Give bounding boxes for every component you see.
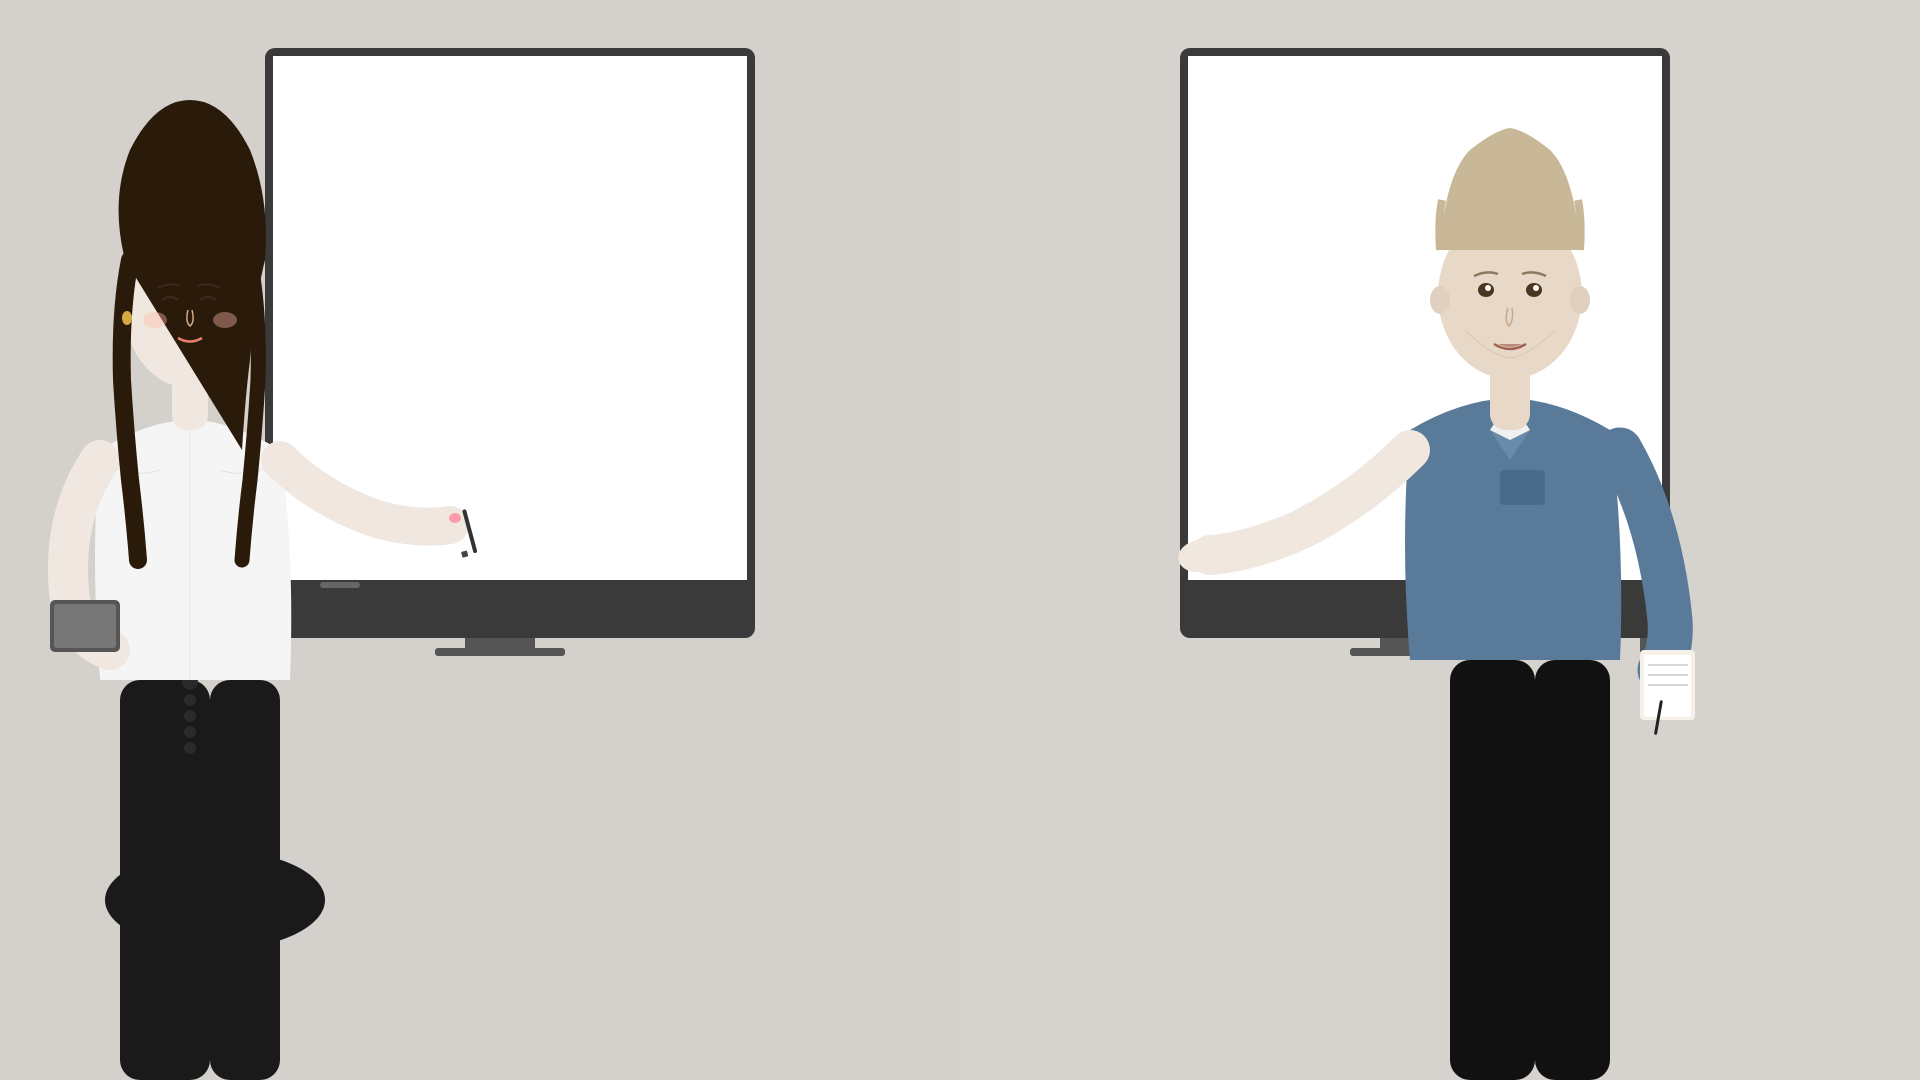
right-monitor-port (1359, 593, 1389, 599)
right-usb-item[interactable]: ⬛ USB (1188, 341, 1373, 363)
right-monitor-port2 (1461, 593, 1491, 599)
right-class-green-icon (1395, 209, 1447, 261)
right-roger-personal-label: Roger's Drive (1459, 311, 1567, 332)
right-roger-cloud-label: Mr. Roger's Drive (1459, 138, 1597, 159)
right-content-header (1373, 56, 1662, 106)
left-scene: AMS 🕐 Recently used Cloud Service (0, 0, 960, 1080)
right-network-device-label: Network Device (1230, 274, 1321, 289)
right-content-list: Mr. Roger's Drive Class 306 (1373, 106, 1662, 576)
right-local-device-icon (1200, 311, 1220, 331)
right-clock-icon: 🕐 (1200, 128, 1217, 145)
left-app-title: AMS (325, 77, 369, 100)
ams-logo-icon (285, 72, 317, 104)
right-usb-label: USB (1221, 346, 1244, 358)
right-drive-gray-icon (1393, 122, 1445, 174)
right-recently-used[interactable]: 🕐 Recently used (1188, 118, 1373, 155)
right-sidebar-header: AMS (1188, 56, 1373, 118)
right-class-306-label: Class 306 (1461, 225, 1541, 246)
left-arianna-cloud-drive[interactable]: Ms. Arianna's Drive (458, 106, 747, 191)
right-roger-personal-drive[interactable]: Roger's Drive (1373, 279, 1662, 364)
left-dropbox-item[interactable]: Dropbox (273, 221, 458, 261)
left-recently-used[interactable]: 🕐 Recently used (273, 118, 458, 155)
left-home-button[interactable] (474, 62, 512, 100)
left-google-drive-item[interactable]: Google Drive (273, 181, 458, 221)
right-class-306[interactable]: Class 306 (1373, 191, 1662, 279)
right-dropbox-label: Dropbox (1230, 234, 1279, 249)
right-screen: AMS 🕐 Recently used Cloud Service (1188, 56, 1662, 576)
left-sidebar: AMS 🕐 Recently used Cloud Service (273, 56, 458, 576)
left-network-device-label: Network Device (315, 274, 406, 289)
right-network-device-item[interactable]: Network Device (1188, 261, 1373, 301)
left-arianna-cloud-label: Ms. Arianna's Drive (544, 138, 699, 159)
right-local-device-item[interactable]: Local Device (1188, 301, 1373, 341)
right-network-device-icon (1200, 271, 1220, 291)
left-class-203-label: Class 203 (544, 223, 624, 244)
left-internal-label: Internal (315, 354, 358, 369)
left-recently-label: Recently used (310, 129, 392, 144)
left-drive-gray-icon (478, 122, 530, 174)
left-monitor-port2 (546, 593, 576, 599)
right-home-button[interactable] (1389, 62, 1427, 100)
left-monitor: AMS 🕐 Recently used Cloud Service (265, 48, 755, 638)
right-google-drive-label: Google Drive (1230, 194, 1306, 209)
left-google-drive-label: Google Drive (315, 194, 391, 209)
left-local-device-item[interactable]: Local Device (273, 301, 458, 341)
right-recently-label: Recently used (1225, 129, 1307, 144)
google-drive-icon (285, 191, 305, 211)
right-monitor: AMS 🕐 Recently used Cloud Service (1180, 48, 1670, 638)
left-local-device-label: Local Device (315, 314, 389, 329)
left-content-list: Ms. Arianna's Drive Class 203 (458, 106, 747, 576)
right-google-drive-icon (1200, 191, 1220, 211)
left-cloud-service-label: Cloud Service (273, 155, 458, 181)
right-person-blue-icon (1393, 295, 1445, 347)
right-usb-icon: ⬛ (1200, 345, 1215, 359)
right-dropbox-item[interactable]: Dropbox (1188, 221, 1373, 261)
left-arianna-personal-drive[interactable]: Arianna's Drive (458, 276, 747, 364)
left-screen: AMS 🕐 Recently used Cloud Service (273, 56, 747, 576)
right-google-drive-item[interactable]: Google Drive (1188, 181, 1373, 221)
right-local-device-label: Local Device (1230, 314, 1304, 329)
left-class-green-icon (478, 207, 530, 259)
left-content-header (458, 56, 747, 106)
left-content-area: Ms. Arianna's Drive Class 203 (458, 56, 747, 576)
local-device-icon (285, 311, 305, 331)
network-device-icon (285, 271, 305, 291)
right-sidebar: AMS 🕐 Recently used Cloud Service (1188, 56, 1373, 576)
clock-icon: 🕐 (285, 128, 302, 145)
right-cloud-service-label: Cloud Service (1188, 155, 1373, 181)
right-monitor-speaker (1395, 592, 1455, 600)
right-scene: AMS 🕐 Recently used Cloud Service (960, 0, 1920, 1080)
right-content-area: Mr. Roger's Drive Class 306 (1373, 56, 1662, 576)
right-roger-cloud-drive[interactable]: Mr. Roger's Drive (1373, 106, 1662, 191)
left-internal-item[interactable]: Internal (273, 341, 458, 381)
left-network-device-item[interactable]: Network Device (273, 261, 458, 301)
dropbox-icon (285, 231, 305, 251)
right-dropbox-icon (1200, 231, 1220, 251)
right-monitor-bottom (1188, 576, 1662, 616)
left-monitor-port (444, 593, 474, 599)
left-monitor-speaker (480, 592, 540, 600)
left-person-blue-icon (480, 294, 532, 346)
left-class-203[interactable]: Class 203 (458, 191, 747, 276)
left-dropbox-label: Dropbox (315, 234, 364, 249)
internal-icon (285, 351, 305, 371)
left-arianna-personal-label: Arianna's Drive (546, 310, 667, 331)
left-monitor-bottom (273, 576, 747, 616)
right-app-title: AMS (1240, 77, 1284, 100)
left-sidebar-header: AMS (273, 56, 458, 118)
right-ams-logo-icon (1200, 72, 1232, 104)
